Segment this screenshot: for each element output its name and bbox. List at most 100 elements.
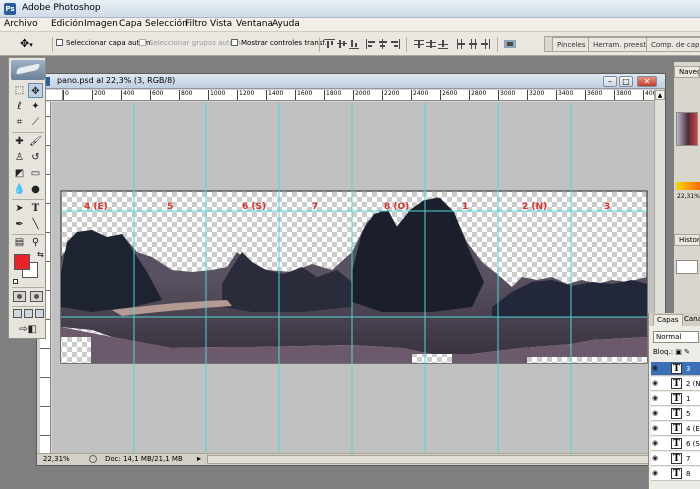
align-top-icon[interactable]: [325, 39, 335, 49]
options-separator: [497, 37, 498, 52]
navigator-zoom[interactable]: 22,31%: [677, 193, 700, 200]
layer-row[interactable]: ◉ T 2 (N): [651, 377, 700, 391]
align-hcenter-icon[interactable]: [378, 39, 388, 49]
distribute-hcenter-icon[interactable]: [468, 39, 478, 49]
auto-select-groups-checkbox[interactable]: Seleccionar grupos autom.: [139, 39, 243, 47]
swap-colors-icon[interactable]: ⇆: [37, 250, 44, 259]
layer-row[interactable]: ◉ T 1: [651, 392, 700, 406]
tool-preset-picker[interactable]: ✥▾: [20, 37, 46, 51]
maximize-button[interactable]: □: [619, 76, 633, 87]
quick-mask-mode-icon[interactable]: [30, 291, 43, 302]
default-colors-icon[interactable]: [13, 279, 18, 284]
scroll-up-button[interactable]: ▲: [655, 90, 665, 100]
menu-edicion[interactable]: Edición: [51, 19, 84, 29]
line-tool-icon[interactable]: ╲: [28, 217, 43, 232]
show-transform-controls-checkbox[interactable]: Mostrar controles transf.: [231, 39, 327, 47]
visibility-eye-icon[interactable]: ◉: [652, 455, 661, 462]
menu-ventana[interactable]: Ventana: [236, 19, 273, 29]
menu-filtro[interactable]: Filtro: [185, 19, 207, 29]
visibility-eye-icon[interactable]: ◉: [652, 470, 661, 477]
menu-vista[interactable]: Vista: [210, 19, 232, 29]
align-right-icon[interactable]: [390, 39, 400, 49]
navigator-tab[interactable]: Navegador: [674, 66, 700, 78]
blend-mode-select[interactable]: Normal: [653, 331, 699, 343]
lasso-tool-icon[interactable]: ℓ: [12, 99, 27, 114]
horizontal-ruler[interactable]: 0 200 400 600 800 1000 1200 1400 1600 18…: [63, 90, 654, 101]
brush-tool-icon[interactable]: 🖌: [28, 134, 43, 149]
eyedropper-tool-icon[interactable]: ⚲: [28, 235, 43, 250]
auto-align-layers-icon[interactable]: [504, 39, 516, 49]
type-tool-icon[interactable]: T: [28, 201, 43, 216]
document-info[interactable]: Doc: 14,1 MB/21,1 MB: [105, 455, 183, 463]
eraser-tool-icon[interactable]: ◩: [12, 166, 27, 181]
menu-capa[interactable]: Capa: [119, 19, 142, 29]
tab-layers[interactable]: Capas: [653, 314, 683, 326]
palette-tab-tool-presets[interactable]: Herram. preest.: [588, 37, 654, 51]
menu-seleccion[interactable]: Selección: [145, 19, 188, 29]
screen-mode-menus-icon[interactable]: [24, 309, 33, 318]
layer-row[interactable]: ◉ T 7: [651, 452, 700, 466]
status-menu-arrow-icon[interactable]: ▸: [197, 454, 201, 463]
blur-tool-icon[interactable]: 💧: [12, 182, 27, 197]
palette-tab-layer-comps[interactable]: Comp. de capas: [646, 37, 700, 51]
zoom-level[interactable]: 22,31%: [43, 455, 70, 463]
layer-row[interactable]: ◉ T 3: [651, 362, 700, 376]
jump-to-imageready-icon[interactable]: ⇨◧: [14, 322, 42, 337]
status-icon: [89, 455, 97, 463]
layer-row[interactable]: ◉ T 8: [651, 467, 700, 481]
layer-row[interactable]: ◉ T 5: [651, 407, 700, 421]
screen-mode-standard-icon[interactable]: [13, 309, 22, 318]
crop-tool-icon[interactable]: ⌗: [12, 115, 27, 130]
dodge-tool-icon[interactable]: ●: [28, 182, 43, 197]
magic-wand-tool-icon[interactable]: ✦: [28, 99, 43, 114]
canvas-area[interactable]: 4 (E) 5 6 (S) 7 8 (O) 1 2 (N) 3: [52, 102, 654, 457]
lock-transparency-icon[interactable]: ▣: [675, 348, 682, 356]
menu-imagen[interactable]: Imagen: [84, 19, 118, 29]
visibility-eye-icon[interactable]: ◉: [652, 380, 661, 387]
path-selection-tool-icon[interactable]: ➤: [12, 201, 27, 216]
navigator-zoom-slider[interactable]: [676, 182, 700, 190]
distribute-left-icon[interactable]: [456, 39, 466, 49]
foreground-color-swatch[interactable]: [14, 254, 30, 270]
tab-channels[interactable]: Canales: [681, 314, 700, 326]
align-bottom-icon[interactable]: [349, 39, 359, 49]
move-tool-icon[interactable]: ✥: [28, 83, 43, 98]
menu-archivo[interactable]: Archivo: [4, 19, 38, 29]
gradient-tool-icon[interactable]: ▭: [28, 166, 43, 181]
horizontal-scrollbar[interactable]: [207, 455, 654, 464]
minimize-button[interactable]: –: [603, 76, 617, 87]
screen-mode-full-icon[interactable]: [35, 309, 44, 318]
history-brush-tool-icon[interactable]: ↺: [28, 150, 43, 165]
align-left-icon[interactable]: [366, 39, 376, 49]
distribute-vcenter-icon[interactable]: [426, 39, 436, 49]
clone-stamp-tool-icon[interactable]: ♙: [12, 150, 27, 165]
photoshop-feather-icon[interactable]: [11, 60, 45, 80]
layer-row[interactable]: ◉ T 6 (S): [651, 437, 700, 451]
palette-tab-brushes[interactable]: Pinceles: [552, 37, 591, 51]
history-snapshot[interactable]: [676, 260, 698, 274]
align-vcenter-icon[interactable]: [337, 39, 347, 49]
distribute-top-icon[interactable]: [414, 39, 424, 49]
layer-row[interactable]: ◉ T 4 (E): [651, 422, 700, 436]
slice-tool-icon[interactable]: ⟋: [28, 115, 43, 130]
visibility-eye-icon[interactable]: ◉: [652, 410, 661, 417]
distribute-right-icon[interactable]: [480, 39, 490, 49]
close-button[interactable]: ✕: [637, 76, 657, 87]
distribute-bottom-icon[interactable]: [438, 39, 448, 49]
standard-mode-icon[interactable]: [13, 291, 26, 302]
visibility-eye-icon[interactable]: ◉: [652, 425, 661, 432]
visibility-eye-icon[interactable]: ◉: [652, 440, 661, 447]
healing-brush-tool-icon[interactable]: ✚: [12, 134, 27, 149]
visibility-eye-icon[interactable]: ◉: [652, 395, 661, 402]
panorama-canvas[interactable]: 4 (E) 5 6 (S) 7 8 (O) 1 2 (N) 3: [52, 102, 654, 457]
document-title-bar[interactable]: pano.psd al 22,3% (3, RGB/8) – □ ✕: [37, 74, 665, 89]
notes-tool-icon[interactable]: ▤: [12, 235, 27, 250]
lock-paint-icon[interactable]: ✎: [684, 348, 690, 356]
visibility-eye-icon[interactable]: ◉: [652, 365, 661, 372]
marquee-tool-icon[interactable]: ⬚: [12, 83, 27, 98]
navigator-thumbnail[interactable]: [676, 112, 698, 146]
pen-tool-icon[interactable]: ✒: [12, 217, 27, 232]
menu-ayuda[interactable]: Ayuda: [272, 19, 300, 29]
canvas-label-8o: 8 (O): [384, 202, 409, 212]
history-tab[interactable]: Historia: [674, 234, 700, 246]
